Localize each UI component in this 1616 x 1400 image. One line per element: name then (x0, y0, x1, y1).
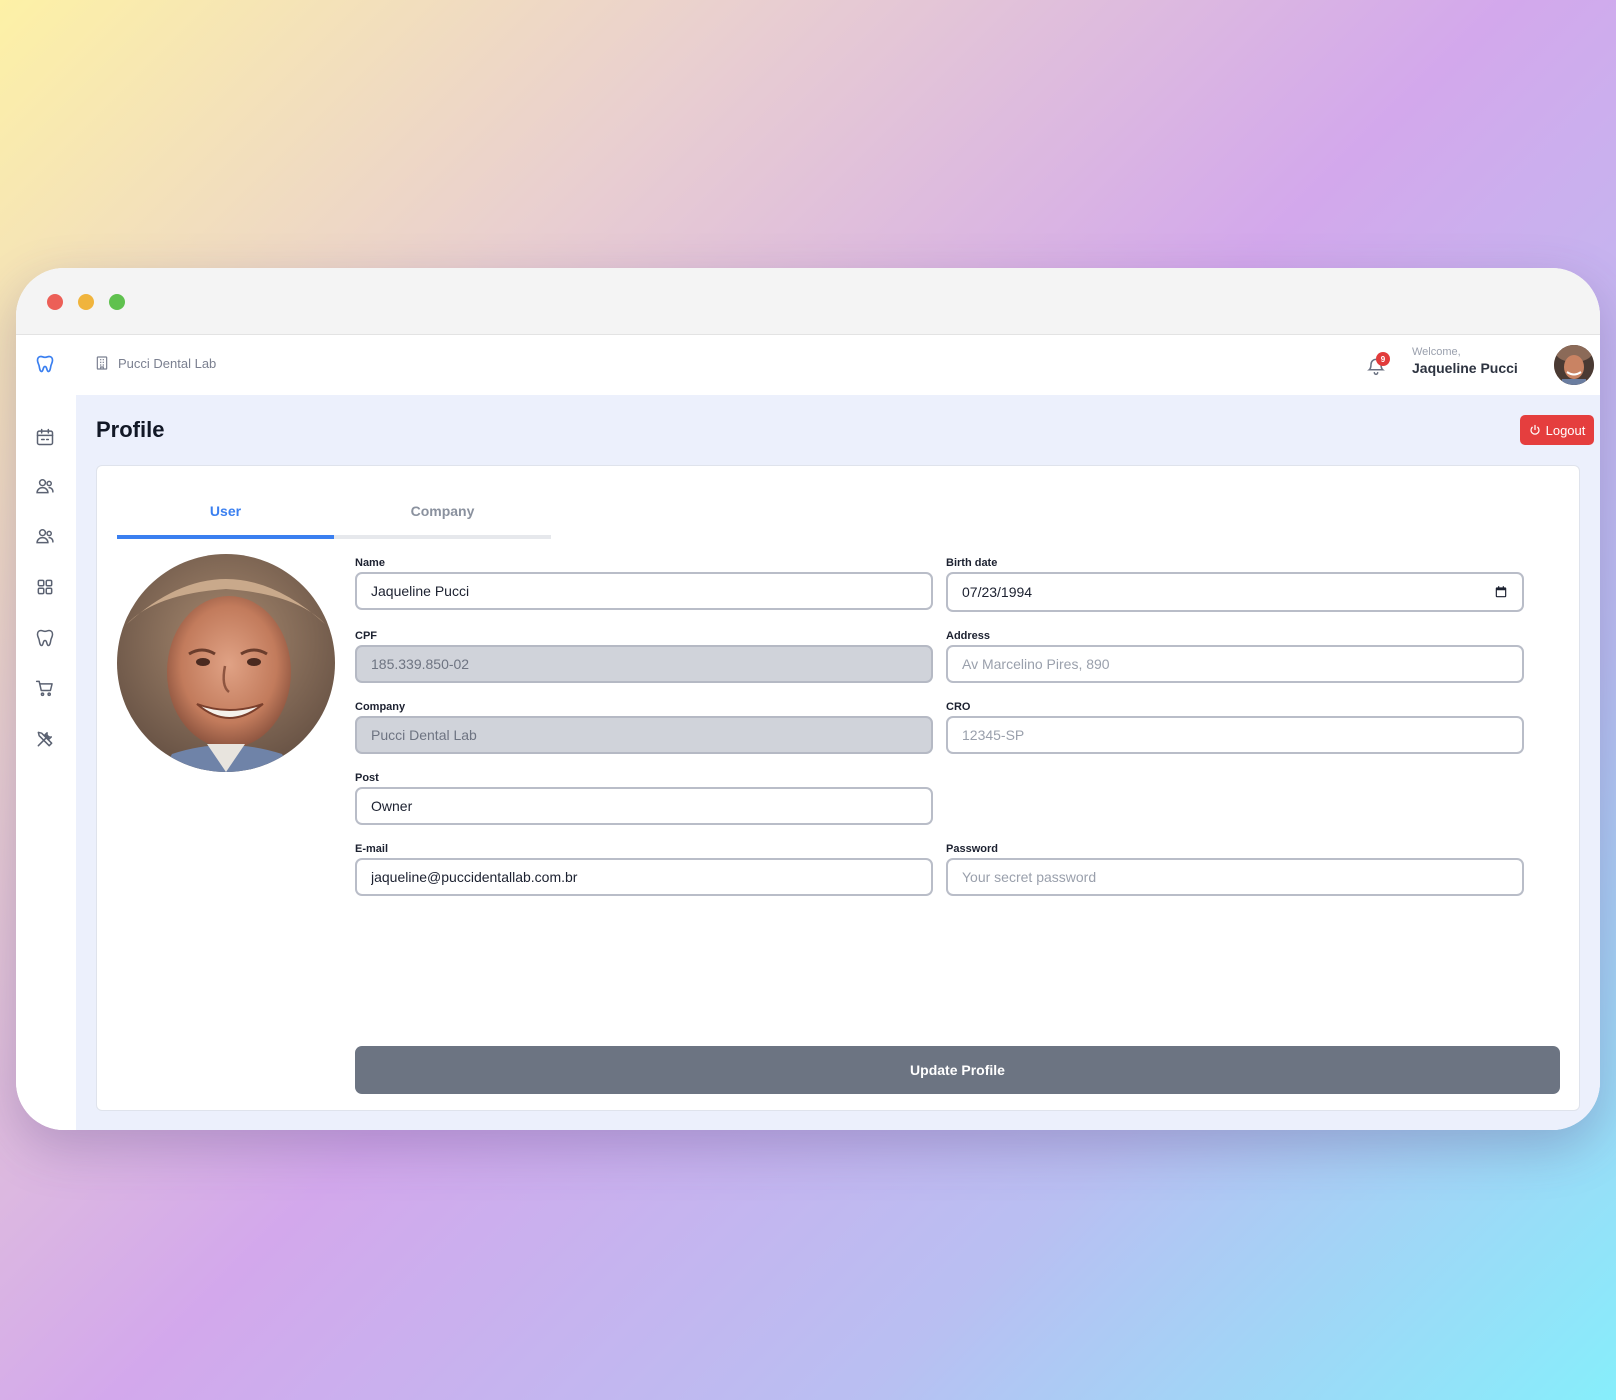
logout-label: Logout (1545, 422, 1586, 438)
password-input[interactable] (946, 858, 1524, 896)
tab-user[interactable]: User (117, 486, 334, 539)
close-window-button[interactable] (47, 294, 63, 310)
tooth-logo-icon[interactable] (33, 352, 57, 376)
calendar-picker-icon[interactable] (1494, 585, 1508, 599)
company-breadcrumb[interactable]: Pucci Dental Lab (94, 355, 216, 371)
notification-count-badge: 9 (1376, 352, 1390, 366)
password-label: Password (946, 843, 998, 855)
maximize-window-button[interactable] (109, 294, 125, 310)
sidebar (16, 335, 76, 1130)
user-name: Jaqueline Pucci (1412, 360, 1518, 376)
email-input[interactable] (355, 858, 933, 896)
name-label: Name (355, 557, 385, 569)
users-icon[interactable] (33, 474, 57, 498)
page-title: Profile (96, 417, 165, 442)
birth-date-field[interactable] (946, 572, 1524, 612)
window-titlebar (16, 268, 1600, 335)
cro-input[interactable] (946, 716, 1524, 754)
grid-icon[interactable] (33, 575, 57, 599)
profile-tabs: User Company (117, 486, 552, 539)
company-input (355, 716, 933, 754)
tab-company[interactable]: Company (334, 486, 551, 539)
app-window: Pucci Dental Lab 9 Welcome, Jaqueline Pu… (16, 268, 1600, 1130)
profile-card: User Company Name Jaqueline Pucci Birth … (96, 465, 1580, 1111)
calendar-icon[interactable] (33, 425, 57, 449)
cpf-label: CPF (355, 630, 377, 642)
welcome-block: Welcome, Jaqueline Pucci (1412, 346, 1522, 376)
minimize-window-button[interactable] (78, 294, 94, 310)
patients-icon[interactable] (33, 524, 57, 548)
email-label: E-mail (355, 843, 389, 855)
post-input[interactable] (355, 787, 933, 825)
post-label: Post (355, 772, 379, 784)
cart-icon[interactable] (33, 676, 57, 700)
birth-date-label: Birth date (946, 557, 998, 569)
topbar: Pucci Dental Lab 9 Welcome, Jaqueline Pu… (76, 335, 1600, 395)
main-content: Profile Logout User Company Name Jaqueli… (76, 395, 1600, 1130)
company-label: Company (355, 701, 406, 713)
address-label: Address (946, 630, 991, 642)
welcome-label: Welcome, (1412, 346, 1461, 358)
name-input[interactable] (355, 572, 933, 610)
company-name: Pucci Dental Lab (118, 355, 217, 371)
tools-icon[interactable] (33, 727, 57, 751)
update-profile-button[interactable]: Update Profile (355, 1046, 1560, 1094)
cro-label: CRO (946, 701, 971, 713)
power-icon (1529, 424, 1540, 435)
address-input[interactable] (946, 645, 1524, 683)
logout-button[interactable]: Logout (1520, 415, 1594, 445)
notifications-button[interactable]: 9 (1366, 352, 1392, 379)
profile-photo[interactable] (117, 554, 335, 772)
building-icon (96, 356, 108, 370)
birth-date-input[interactable] (962, 584, 1262, 600)
cpf-input (355, 645, 933, 683)
tooth-icon[interactable] (33, 626, 57, 650)
avatar[interactable] (1554, 345, 1594, 385)
